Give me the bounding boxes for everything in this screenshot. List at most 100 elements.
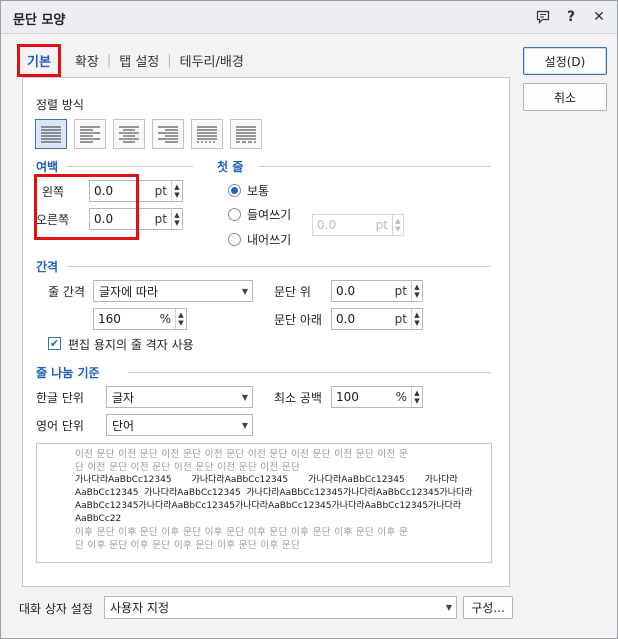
preview-sample-line: AaBbCc12345가나다라AaBbCc12345가나다라AaBbCc1234… (75, 501, 462, 511)
align-left-icon (80, 126, 100, 143)
min-space-unit: % (395, 390, 407, 404)
divider (67, 166, 193, 167)
radio-label: 내어쓰기 (247, 233, 292, 247)
spin-arrows-icon: ▲ ▼ (392, 215, 403, 235)
space-below-field[interactable]: 0.0 pt ▲ ▼ (331, 308, 423, 330)
divider (67, 266, 491, 267)
spin-arrows-icon[interactable]: ▲ ▼ (411, 281, 422, 301)
close-icon[interactable]: ✕ (591, 8, 607, 26)
align-justify-button[interactable] (35, 119, 67, 149)
spacing-section-title: 간격 (36, 260, 59, 274)
line-grid-label: 편집 용지의 줄 격자 사용 (68, 338, 194, 352)
align-justify-icon (41, 126, 61, 143)
spin-arrows-icon[interactable]: ▲ ▼ (171, 181, 182, 201)
title-bar: 문단 모양 ? ✕ (1, 1, 617, 34)
margin-section-title: 여백 (36, 160, 59, 174)
space-below-value: 0.0 (336, 312, 356, 326)
english-unit-label: 영어 단위 (36, 419, 84, 433)
preview-after-line: 단 이후 문단 이후 문단 이후 문단 이후 문단 이후 문단 (75, 540, 301, 551)
spin-arrows-icon[interactable]: ▲ ▼ (411, 387, 422, 407)
tab-bar: 기본 확장 | 탭 설정 | 테두리/배경 (17, 42, 252, 78)
hangul-unit-label: 한글 단위 (36, 391, 84, 405)
align-distribute-button[interactable] (191, 119, 223, 149)
radio-label: 들여쓰기 (247, 208, 292, 222)
align-right-icon (158, 126, 178, 143)
left-margin-unit: pt (154, 184, 167, 198)
line-grid-checkbox[interactable]: ✔ (48, 337, 61, 350)
spin-arrows-icon[interactable]: ▲ ▼ (171, 209, 182, 229)
spin-arrows-icon[interactable]: ▲ ▼ (411, 309, 422, 329)
min-space-field[interactable]: 100 % ▲ ▼ (331, 386, 423, 408)
tab-tab-settings[interactable]: 탭 설정 (111, 51, 167, 70)
line-spacing-unit: % (159, 312, 171, 326)
alignment-label: 정렬 방식 (36, 98, 84, 112)
dialog-preset-select[interactable]: 사용자 지정 ▼ (104, 596, 457, 619)
space-above-unit: pt (394, 284, 407, 298)
dialog-title: 문단 모양 (13, 13, 66, 28)
first-line-unit: pt (375, 218, 388, 232)
highlight-box (34, 174, 139, 240)
configure-button[interactable]: 구성... (463, 596, 513, 619)
help-icon[interactable]: ? (563, 8, 579, 26)
tab-border-background[interactable]: 테두리/배경 (172, 51, 252, 70)
radio-label: 보통 (247, 184, 270, 198)
align-divide-icon (236, 126, 256, 143)
radio-selected-icon (228, 184, 241, 197)
chevron-down-icon: ▼ (241, 286, 249, 296)
hangul-unit-select[interactable]: 글자 ▼ (106, 386, 253, 408)
first-line-value: 0.0 (317, 218, 337, 232)
space-below-label: 문단 아래 (274, 313, 322, 327)
first-line-hanging-radio[interactable]: 내어쓰기 (228, 231, 291, 248)
first-line-indent-radio[interactable]: 들여쓰기 (228, 206, 291, 223)
align-distribute-icon (197, 126, 217, 143)
radio-icon (228, 233, 241, 246)
first-line-normal-radio[interactable]: 보통 (228, 182, 269, 199)
chevron-down-icon: ▼ (241, 392, 249, 402)
hangul-unit-value: 글자 (112, 390, 135, 405)
tab-extended[interactable]: 확장 (67, 51, 107, 70)
set-button[interactable]: 설정(D) (523, 47, 607, 75)
line-break-section-title: 줄 나눔 기준 (36, 366, 100, 380)
align-center-icon (119, 126, 139, 143)
preview-sample-line: 가나다라AaBbCc12345 가나다라AaBbCc12345 가나다라AaBb… (75, 475, 458, 485)
english-unit-select[interactable]: 단어 ▼ (106, 414, 253, 436)
space-above-label: 문단 위 (274, 285, 311, 299)
right-margin-unit: pt (154, 212, 167, 226)
divider (129, 372, 491, 373)
line-spacing-type-value: 글자에 따라 (99, 284, 159, 299)
basic-tab-panel: 정렬 방식 여백 첫 줄 왼쪽 0.0 pt ▲ ▼ 오른쪽 0.0 pt ▲ … (22, 77, 510, 587)
chevron-down-icon: ▼ (241, 420, 249, 430)
paragraph-shape-dialog: 문단 모양 ? ✕ 기본 확장 | 탭 설정 | 테두리/배경 정렬 방식 여백… (0, 0, 618, 639)
preview-after-line: 이후 문단 이후 문단 이후 문단 이후 문단 이후 문단 이후 문단 이후 문… (75, 527, 409, 538)
paragraph-preview: 이전 문단 이전 문단 이전 문단 이전 문단 이전 문단 이전 문단 이전 문… (36, 443, 492, 563)
english-unit-value: 단어 (112, 418, 135, 433)
dialog-preset-value: 사용자 지정 (110, 601, 170, 615)
align-center-button[interactable] (113, 119, 145, 149)
min-space-value: 100 (336, 390, 359, 404)
line-spacing-value: 160 (98, 312, 121, 326)
spin-arrows-icon[interactable]: ▲ ▼ (175, 309, 186, 329)
divider (259, 166, 491, 167)
space-below-unit: pt (394, 312, 407, 326)
dialog-preset-label: 대화 상자 설정 (19, 602, 93, 616)
align-left-button[interactable] (74, 119, 106, 149)
radio-icon (228, 208, 241, 221)
line-spacing-value-field[interactable]: 160 % ▲ ▼ (93, 308, 187, 330)
chat-icon[interactable] (535, 8, 551, 26)
first-line-section-title: 첫 줄 (217, 160, 244, 174)
line-spacing-type-select[interactable]: 글자에 따라 ▼ (93, 280, 253, 302)
preview-before-line: 단 이전 문단 이전 문단 이전 문단 이전 문단 이전 문단 (75, 462, 301, 473)
tab-basic[interactable]: 기본 (17, 43, 61, 77)
align-divide-button[interactable] (230, 119, 262, 149)
preview-sample-line: AaBbCc12345 가나다라AaBbCc12345 가나다라AaBbCc12… (75, 488, 473, 498)
first-line-value-field: 0.0 pt ▲ ▼ (312, 214, 404, 236)
min-space-label: 최소 공백 (274, 391, 322, 405)
preview-sample-line: AaBbCc22 (75, 514, 122, 524)
space-above-value: 0.0 (336, 284, 356, 298)
space-above-field[interactable]: 0.0 pt ▲ ▼ (331, 280, 423, 302)
cancel-button[interactable]: 취소 (523, 83, 607, 111)
align-right-button[interactable] (152, 119, 184, 149)
chevron-down-icon: ▼ (445, 603, 453, 612)
line-spacing-label: 줄 간격 (48, 285, 85, 299)
preview-before-line: 이전 문단 이전 문단 이전 문단 이전 문단 이전 문단 이전 문단 이전 문… (75, 449, 409, 460)
